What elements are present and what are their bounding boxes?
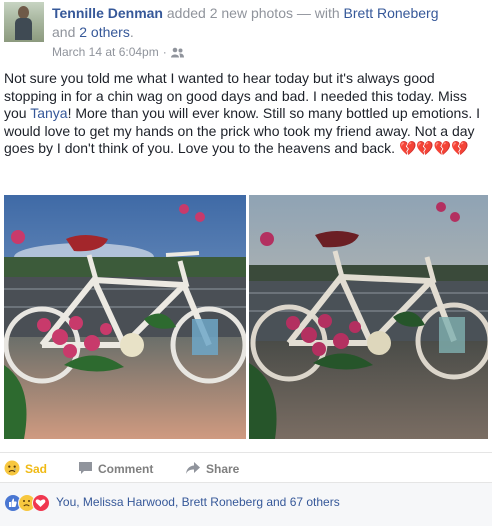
post-header: Tennille Denman added 2 new photos — wit… — [4, 2, 488, 59]
reaction-icons[interactable] — [4, 494, 52, 512]
post-text-part2: ! More than you will ever know. Still so… — [4, 105, 480, 156]
sad-label: Sad — [25, 462, 48, 476]
share-icon — [185, 461, 201, 478]
sad-icon — [4, 460, 20, 479]
meta-separator: · — [162, 45, 167, 59]
reactions-summary: You, Melissa Harwood, Brett Roneberg and… — [0, 482, 492, 526]
photo-2[interactable] — [249, 195, 488, 439]
avatar-body — [15, 18, 32, 40]
post-meta: March 14 at 6:04pm · — [52, 45, 184, 59]
friends-icon[interactable] — [170, 47, 184, 58]
timestamp-link[interactable]: March 14 at 6:04pm — [52, 45, 159, 59]
headline-period: . — [129, 24, 134, 40]
post-headline: Tennille Denman added 2 new photos — wit… — [52, 4, 484, 42]
feed-post: Tennille Denman added 2 new photos — wit… — [0, 0, 492, 526]
action-text: added 2 new photos — with — [166, 5, 340, 21]
sad-reaction-button[interactable]: Sad — [4, 459, 47, 479]
others-link[interactable]: 2 others — [79, 24, 130, 40]
action-bar: Sad Comment Share — [0, 452, 492, 482]
reactions-summary-text[interactable]: You, Melissa Harwood, Brett Roneberg and… — [56, 495, 340, 509]
share-label: Share — [206, 462, 240, 476]
tagged-person-link[interactable]: Brett Roneberg — [344, 5, 439, 21]
share-button[interactable]: Share — [185, 459, 239, 479]
author-avatar[interactable] — [4, 2, 44, 42]
comment-label: Comment — [98, 462, 154, 476]
photo-grid — [4, 195, 488, 439]
mention-link[interactable]: Tanya — [30, 105, 67, 121]
love-icon — [32, 494, 50, 512]
comment-button[interactable]: Comment — [78, 459, 153, 479]
and-text: and — [52, 24, 76, 40]
comment-icon — [78, 461, 93, 478]
author-name-link[interactable]: Tennille Denman — [52, 5, 163, 21]
post-text: Not sure you told me what I wanted to he… — [4, 70, 488, 158]
photo-1[interactable] — [4, 195, 246, 439]
